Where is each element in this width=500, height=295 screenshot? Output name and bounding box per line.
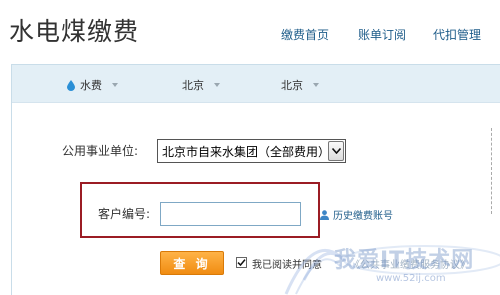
nav-auto-debit-management[interactable]: 代扣管理 [433, 26, 481, 43]
filter-province-label: 北京 [182, 79, 204, 92]
select-arrow-icon [328, 141, 344, 161]
agree-text: 我已阅读并同意 [252, 260, 322, 271]
water-drop-icon [67, 79, 75, 91]
filter-utility-type[interactable]: 水费 [67, 77, 118, 93]
chevron-down-icon [214, 83, 220, 87]
customer-number-label: 客户编号: [98, 207, 151, 221]
customer-number-input[interactable] [160, 202, 301, 226]
history-account-link-label: 历史缴费账号 [333, 211, 393, 222]
chevron-down-icon [313, 83, 319, 87]
nav-payment-home[interactable]: 缴费首页 [281, 26, 329, 43]
chevron-down-icon [112, 83, 118, 87]
filter-province[interactable]: 北京 [182, 77, 220, 93]
check-icon [237, 259, 246, 267]
filter-utility-type-label: 水费 [80, 79, 102, 92]
utility-company-select[interactable]: 北京市自来水集团（全部费用） [157, 139, 346, 163]
utility-company-label: 公用事业单位: [62, 144, 139, 158]
user-icon [320, 209, 329, 220]
header: 水电煤缴费 缴费首页 账单订阅 代扣管理 [0, 0, 500, 58]
agree-checkbox[interactable] [236, 257, 247, 268]
divider [491, 128, 500, 214]
filter-city-label: 北京 [281, 79, 303, 92]
filter-bar: 水费 北京 北京 [12, 65, 500, 103]
filter-city[interactable]: 北京 [281, 77, 319, 93]
query-button[interactable]: 查 询 [160, 251, 224, 275]
service-agreement-link[interactable]: 《公共事业缴费服务协议》 [350, 256, 470, 271]
top-nav: 缴费首页 账单订阅 代扣管理 [0, 26, 500, 46]
history-account-link[interactable]: 历史缴费账号 [320, 207, 393, 222]
nav-bill-subscription[interactable]: 账单订阅 [358, 26, 406, 43]
utility-company-selected-value: 北京市自来水集团（全部费用） [162, 144, 331, 159]
